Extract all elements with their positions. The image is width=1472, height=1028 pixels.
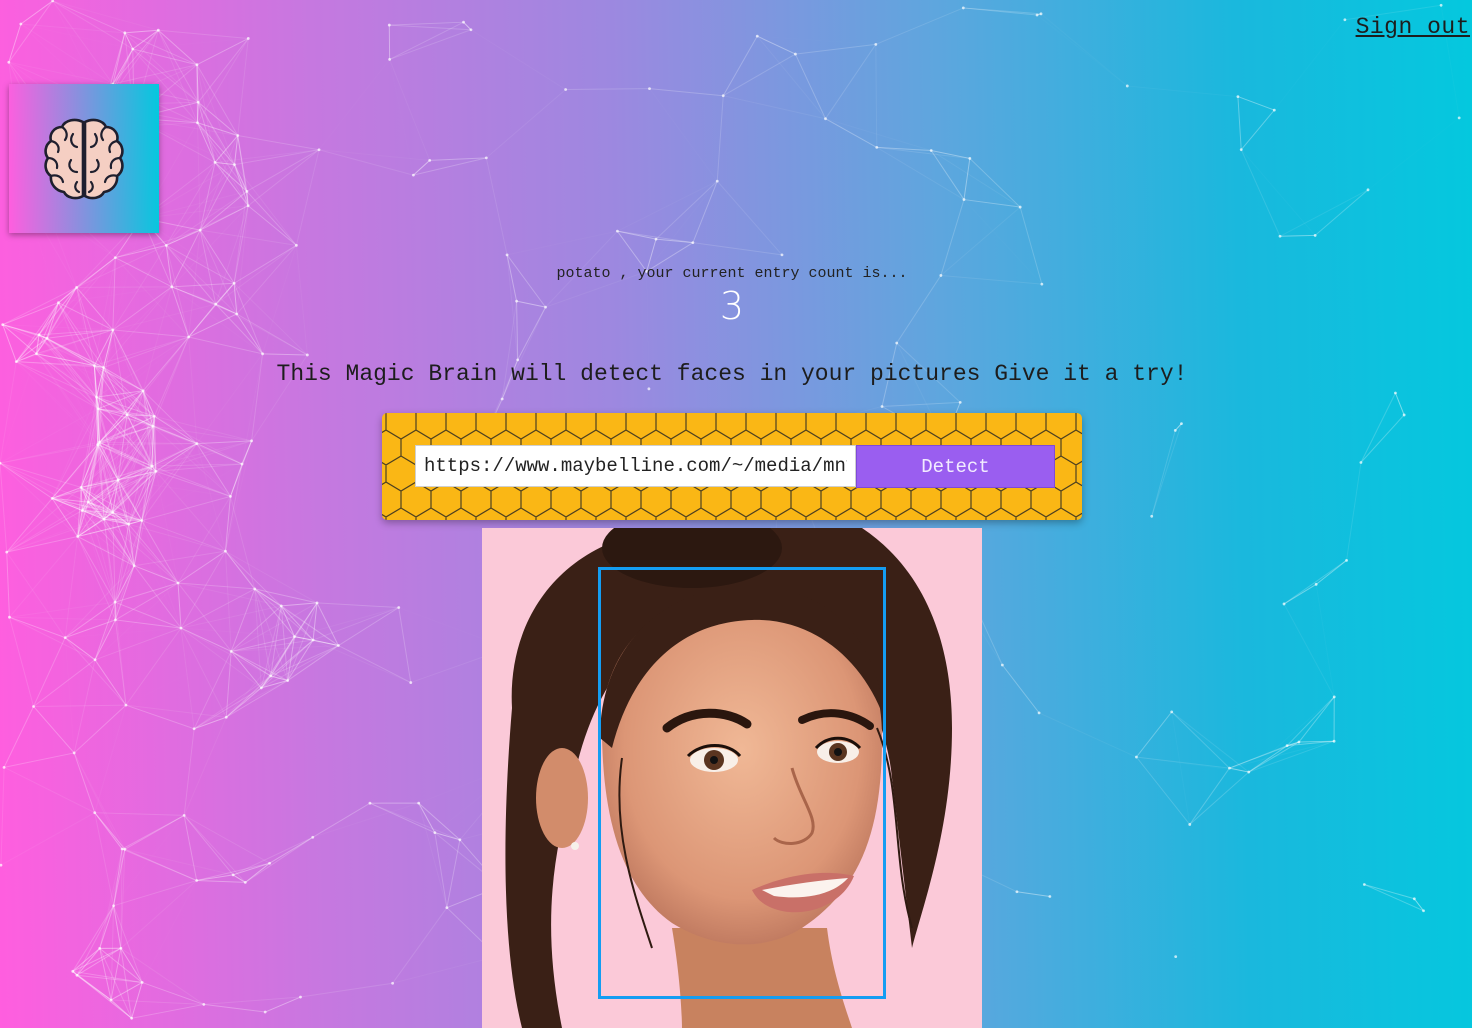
user-name: potato [556,265,611,282]
image-link-form: Detect [382,413,1082,520]
entry-count-value: 3 [719,284,745,328]
tagline: This Magic Brain will detect faces in yo… [276,361,1188,387]
input-image [482,528,982,1028]
detect-button[interactable]: Detect [856,445,1055,488]
face-bounding-box [598,567,886,999]
brain-icon [44,118,124,199]
sign-out-link[interactable]: Sign out [1356,14,1470,40]
logo[interactable] [9,84,159,233]
entry-count-label: potato , your current entry count is... [0,265,1464,282]
image-url-input[interactable] [415,445,856,487]
entry-count-caption: , your current entry count is... [610,265,908,282]
